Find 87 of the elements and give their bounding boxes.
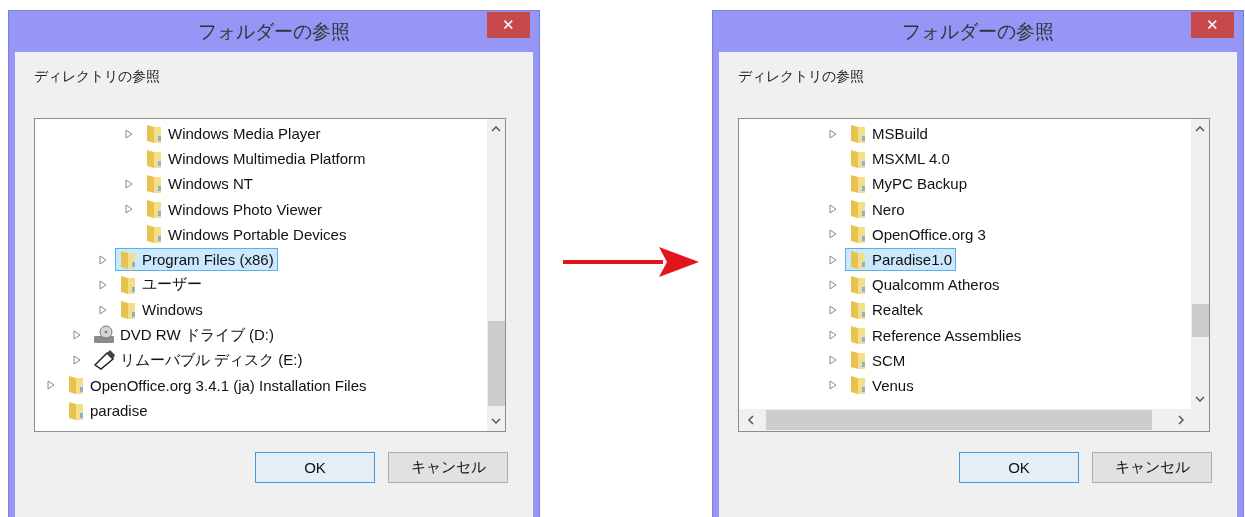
folder-icon <box>849 173 867 194</box>
disc-drive-icon <box>93 325 115 346</box>
folder-icon <box>849 148 867 169</box>
tree-item[interactable]: Venus <box>845 373 918 397</box>
expand-icon[interactable] <box>99 254 107 265</box>
scroll-thumb[interactable] <box>1191 304 1209 337</box>
folder-icon <box>119 274 137 295</box>
folder-icon <box>119 249 137 270</box>
scroll-up-icon[interactable] <box>491 125 501 132</box>
scroll-thumb[interactable] <box>766 410 1152 430</box>
prompt-label: ディレクトリの参照 <box>738 68 865 86</box>
folder-icon <box>145 173 163 194</box>
tree-item[interactable]: Reference Assemblies <box>845 323 1026 347</box>
expand-icon[interactable] <box>829 380 837 391</box>
expand-icon[interactable] <box>829 254 837 265</box>
tree-item[interactable]: Nero <box>845 197 909 221</box>
scroll-down-icon[interactable] <box>1195 396 1205 403</box>
expand-icon[interactable] <box>829 355 837 366</box>
usb-drive-icon <box>93 350 115 371</box>
folder-icon <box>145 123 163 144</box>
dialog-button[interactable]: OK <box>255 452 375 483</box>
folder-icon <box>145 199 163 220</box>
tree-item[interactable]: paradise <box>63 399 152 423</box>
tree-item[interactable]: OpenOffice.org 3 <box>845 222 990 246</box>
tree-item[interactable]: DVD RW ドライブ (D:) <box>89 323 278 347</box>
folder-icon <box>145 224 163 245</box>
tree-item[interactable]: ユーザー <box>115 273 206 297</box>
dialog-button[interactable]: キャンセル <box>1092 452 1212 483</box>
expand-icon[interactable] <box>829 304 837 315</box>
folder-icon <box>145 148 163 169</box>
tree-item[interactable]: Windows Portable Devices <box>141 222 351 246</box>
tree-item[interactable]: MSXML 4.0 <box>845 147 954 171</box>
expand-icon[interactable] <box>125 178 133 189</box>
expand-icon[interactable] <box>99 304 107 315</box>
arrow-icon <box>563 245 699 279</box>
folder-icon <box>849 249 867 270</box>
close-button[interactable]: ✕ <box>1191 12 1234 38</box>
dialog-button[interactable]: キャンセル <box>388 452 508 483</box>
folder-icon <box>119 299 137 320</box>
window-title: フォルダーの参照 <box>198 19 350 44</box>
scroll-up-icon[interactable] <box>1195 125 1205 132</box>
scroll-left-icon[interactable] <box>747 415 754 425</box>
tree-item[interactable]: Program Files (x86) <box>115 248 278 272</box>
tree-item[interactable]: Windows Media Player <box>141 122 325 146</box>
vertical-scrollbar[interactable] <box>1191 119 1209 409</box>
close-button[interactable]: ✕ <box>487 12 530 38</box>
tree-item[interactable]: OpenOffice.org 3.4.1 (ja) Installation Files <box>63 373 371 397</box>
tree-item[interactable]: リムーバブル ディスク (E:) <box>89 348 307 372</box>
tree-item[interactable]: Windows Multimedia Platform <box>141 147 370 171</box>
folder-icon <box>849 325 867 346</box>
expand-icon[interactable] <box>73 330 81 341</box>
folder-icon <box>67 400 85 421</box>
tree-item[interactable]: Windows <box>115 298 207 322</box>
folder-icon <box>849 375 867 396</box>
tree-item[interactable]: MSBuild <box>845 122 932 146</box>
tree-item[interactable]: Paradise1.0 <box>845 248 957 272</box>
scroll-thumb[interactable] <box>487 321 505 406</box>
tree-item[interactable]: Windows NT <box>141 172 257 196</box>
expand-icon[interactable] <box>829 279 837 290</box>
scroll-down-icon[interactable] <box>491 418 501 425</box>
expand-icon[interactable] <box>829 330 837 341</box>
folder-icon <box>849 274 867 295</box>
vertical-scrollbar[interactable] <box>487 119 505 431</box>
folder-icon <box>849 224 867 245</box>
expand-icon[interactable] <box>829 229 837 240</box>
expand-icon[interactable] <box>829 204 837 215</box>
expand-icon[interactable] <box>829 128 837 139</box>
scroll-right-icon[interactable] <box>1178 415 1185 425</box>
tree-item[interactable]: Qualcomm Atheros <box>845 273 1004 297</box>
dialog-button[interactable]: OK <box>959 452 1079 483</box>
tree-item[interactable]: Realtek <box>845 298 927 322</box>
prompt-label: ディレクトリの参照 <box>34 68 161 86</box>
folder-icon <box>67 375 85 396</box>
expand-icon[interactable] <box>125 128 133 139</box>
folder-icon <box>849 350 867 371</box>
folder-icon <box>849 299 867 320</box>
window-title: フォルダーの参照 <box>902 19 1054 44</box>
folder-icon <box>849 123 867 144</box>
expand-icon[interactable] <box>73 355 81 366</box>
horizontal-scrollbar[interactable] <box>739 409 1209 431</box>
tree-item[interactable]: MyPC Backup <box>845 172 972 196</box>
folder-icon <box>849 199 867 220</box>
expand-icon[interactable] <box>125 204 133 215</box>
tree-item[interactable]: SCM <box>845 348 910 372</box>
expand-icon[interactable] <box>99 279 107 290</box>
expand-icon[interactable] <box>47 380 55 391</box>
tree-item[interactable]: Windows Photo Viewer <box>141 197 326 221</box>
